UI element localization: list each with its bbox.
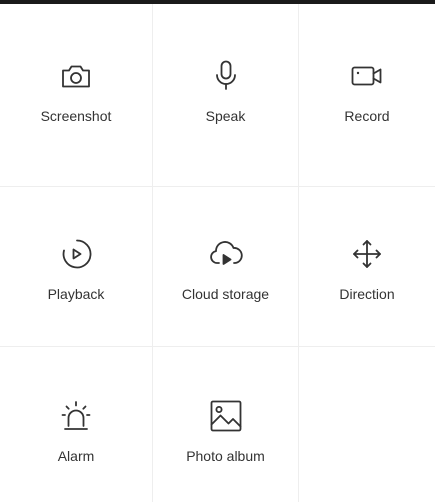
photo-album-label: Photo album — [186, 448, 265, 464]
record-label: Record — [344, 108, 390, 124]
grid-divider — [0, 186, 435, 187]
microphone-icon — [206, 56, 246, 96]
playback-label: Playback — [47, 286, 105, 302]
photo-album-button[interactable]: Photo album — [153, 396, 298, 464]
image-icon — [206, 396, 246, 436]
camera-icon — [56, 56, 96, 96]
video-camera-icon — [347, 56, 387, 96]
screenshot-button[interactable]: Screenshot — [0, 56, 152, 124]
cloud-storage-button[interactable]: Cloud storage — [153, 234, 298, 302]
speak-label: Speak — [205, 108, 246, 124]
control-grid: Screenshot Speak Record Playback Cloud s… — [0, 4, 435, 502]
grid-divider — [0, 346, 435, 347]
alarm-label: Alarm — [57, 448, 95, 464]
direction-label: Direction — [339, 286, 395, 302]
playback-button[interactable]: Playback — [0, 234, 152, 302]
playback-icon — [56, 234, 96, 274]
record-button[interactable]: Record — [299, 56, 435, 124]
siren-icon — [56, 396, 96, 436]
alarm-button[interactable]: Alarm — [0, 396, 152, 464]
screenshot-label: Screenshot — [40, 108, 112, 124]
speak-button[interactable]: Speak — [153, 56, 298, 124]
direction-button[interactable]: Direction — [299, 234, 435, 302]
cloud-storage-label: Cloud storage — [181, 286, 270, 302]
direction-arrows-icon — [347, 234, 387, 274]
cloud-play-icon — [206, 234, 246, 274]
